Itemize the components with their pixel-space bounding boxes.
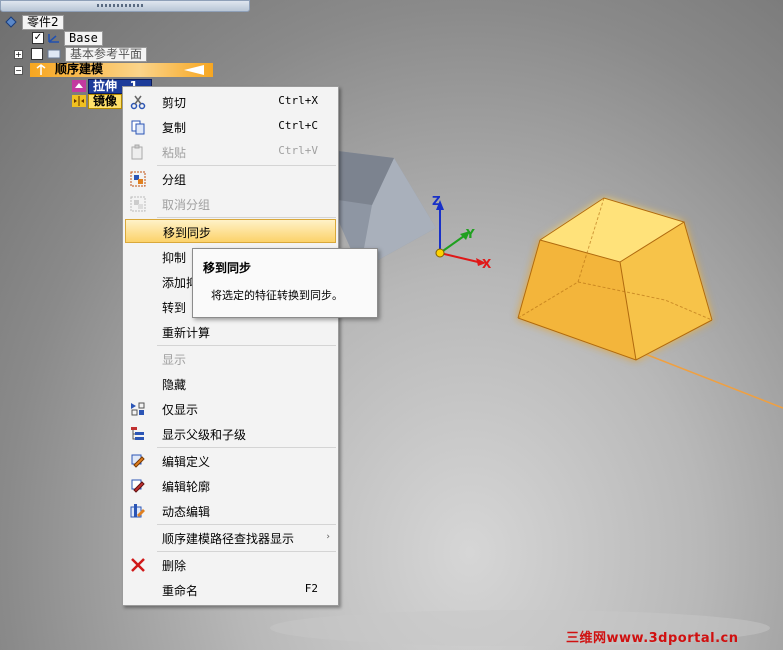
menu-item-label: 仅显示: [162, 403, 199, 417]
menu-item-label: 移到同步: [163, 226, 212, 240]
menu-separator: [157, 345, 336, 346]
menu-item-label: 复制: [162, 121, 187, 135]
menu-item-move-to-synchronous[interactable]: 移到同步: [125, 219, 336, 243]
menu-item-label: 剪切: [162, 96, 187, 110]
pane-resize-handle[interactable]: [0, 0, 250, 12]
menu-item-show-only[interactable]: 仅显示: [123, 397, 338, 421]
menu-item-hide[interactable]: 隐藏: [123, 372, 338, 396]
menu-item-recompute[interactable]: 重新计算: [123, 320, 338, 344]
grip-dots: [97, 4, 145, 7]
menu-separator: [157, 217, 336, 218]
menu-item-label: 分组: [162, 173, 187, 187]
rollback-arrow-icon[interactable]: [184, 65, 204, 75]
base-checkbox[interactable]: ✓: [32, 32, 44, 44]
menu-item-rename[interactable]: 重命名 F2: [123, 578, 338, 602]
menu-item-label: 编辑定义: [162, 455, 211, 469]
menu-item-label: 显示: [162, 353, 187, 367]
coordinate-system-icon: [48, 34, 59, 43]
menu-item-group[interactable]: 分组: [123, 167, 338, 191]
tree-item-base[interactable]: ✓ Base: [30, 31, 110, 46]
menu-item-shortcut: Ctrl+C: [278, 119, 318, 132]
menu-item-edit-profile[interactable]: 编辑轮廓: [123, 474, 338, 498]
menu-item-paste[interactable]: 粘贴 Ctrl+V: [123, 140, 338, 164]
expand-icon[interactable]: +: [14, 50, 23, 59]
menu-separator: [157, 551, 336, 552]
menu-item-ungroup[interactable]: 取消分组: [123, 192, 338, 216]
menu-item-label: 重新计算: [162, 326, 211, 340]
menu-item-label: 顺序建模路径查找器显示: [162, 532, 295, 546]
tree-root-label: 零件2: [22, 15, 64, 30]
highlighted-frustum[interactable]: [517, 197, 713, 361]
menu-item-label: 转到: [162, 301, 187, 315]
menu-item-shortcut: F2: [304, 582, 318, 595]
menu-item-show[interactable]: 显示: [123, 347, 338, 371]
axis-y-label: Y: [465, 227, 475, 241]
axis-x-label: X: [482, 257, 492, 271]
reference-plane-icon: [47, 49, 61, 59]
menu-item-show-parents-children[interactable]: 显示父级和子级: [123, 422, 338, 446]
menu-item-label: 粘贴: [162, 146, 187, 160]
tree-item-reference-planes[interactable]: + 基本参考平面: [14, 47, 164, 62]
tree-item-ordered[interactable]: − 顺序建模: [14, 63, 214, 77]
menu-item-edit-definition[interactable]: 编辑定义: [123, 449, 338, 473]
submenu-arrow-icon: ›: [326, 532, 330, 542]
menu-item-label: 动态编辑: [162, 505, 211, 519]
ordered-label: 顺序建模: [55, 62, 104, 76]
coordinate-triad: Z Y X: [432, 194, 492, 271]
menu-separator: [157, 165, 336, 166]
copy-icon: [130, 119, 146, 135]
tooltip-title: 移到同步: [203, 261, 252, 275]
base-label: Base: [64, 31, 103, 46]
menu-item-shortcut: Ctrl+X: [278, 94, 318, 107]
ref-planes-label: 基本参考平面: [65, 47, 148, 62]
sketch-line: [639, 351, 783, 409]
tree-item-mirror[interactable]: 镜像: [70, 94, 130, 109]
menu-item-label: 编辑轮廓: [162, 480, 211, 494]
edit-profile-icon: [130, 478, 146, 494]
watermark: 三维网www.3dportal.cn: [566, 631, 739, 646]
scissors-icon: [130, 94, 146, 110]
extrude-icon: [72, 80, 86, 92]
mirror-label: 镜像: [88, 94, 123, 109]
dynamic-edit-icon: [130, 503, 146, 519]
tree-root[interactable]: 零件2: [2, 15, 102, 30]
ungroup-icon: [130, 196, 146, 212]
menu-separator: [157, 447, 336, 448]
tooltip: 移到同步 将选定的特征转换到同步。: [192, 248, 378, 318]
axis-z-label: Z: [432, 194, 441, 208]
ordered-modeling-icon: [36, 64, 46, 75]
mirror-icon: [72, 95, 86, 107]
show-only-icon: [130, 401, 146, 417]
menu-item-label: 取消分组: [162, 198, 211, 212]
group-icon: [130, 171, 146, 187]
menu-item-label: 删除: [162, 559, 187, 573]
menu-item-pathfinder-display[interactable]: 顺序建模路径查找器显示 ›: [123, 526, 338, 550]
menu-item-label: 重命名: [162, 584, 199, 598]
context-menu: 剪切 Ctrl+X 复制 Ctrl+C 粘贴 Ctrl+V 分组 取消分组 移到…: [122, 86, 339, 606]
ref-planes-checkbox[interactable]: [31, 48, 43, 60]
menu-item-delete[interactable]: 删除: [123, 553, 338, 577]
paste-icon: [130, 144, 146, 160]
menu-item-dynamic-edit[interactable]: 动态编辑: [123, 499, 338, 523]
menu-item-label: 显示父级和子级: [162, 428, 247, 442]
menu-item-label: 隐藏: [162, 378, 187, 392]
menu-item-copy[interactable]: 复制 Ctrl+C: [123, 115, 338, 139]
edit-definition-icon: [130, 453, 146, 469]
tooltip-description: 将选定的特征转换到同步。: [211, 289, 343, 302]
menu-item-label: 抑制: [162, 251, 187, 265]
menu-item-cut[interactable]: 剪切 Ctrl+X: [123, 90, 338, 114]
menu-separator: [157, 524, 336, 525]
parent-child-icon: [130, 426, 146, 442]
delete-icon: [130, 557, 146, 573]
part-icon: [5, 16, 17, 28]
collapse-icon[interactable]: −: [14, 66, 23, 75]
menu-item-shortcut: Ctrl+V: [278, 144, 318, 157]
